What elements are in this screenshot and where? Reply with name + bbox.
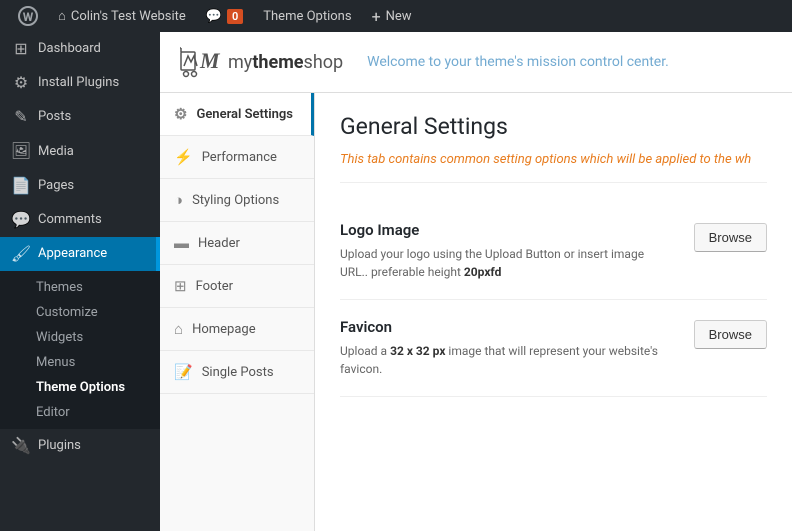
theme-nav-performance[interactable]: ⚡ Performance — [160, 136, 314, 179]
welcome-text: Welcome to your theme's mission control … — [367, 54, 669, 70]
theme-options-link[interactable]: Theme Options — [253, 0, 361, 32]
appearance-icon: 🖌 — [12, 245, 30, 263]
favicon-control: Browse — [694, 320, 767, 349]
performance-icon: ⚡ — [174, 148, 193, 166]
theme-nav-footer[interactable]: ⊞ Footer — [160, 265, 314, 308]
sidebar-sub-theme-options[interactable]: Theme Options — [28, 375, 160, 400]
comments-icon: 💬 — [12, 211, 30, 229]
media-icon: 🖼 — [12, 143, 30, 161]
theme-header: M mythemeshop Welcome to your theme's mi… — [160, 32, 792, 93]
svg-text:M: M — [199, 48, 221, 73]
plugins-install-icon: ⚙ — [12, 74, 30, 92]
sidebar-sub-customize[interactable]: Customize — [28, 300, 160, 325]
tab-description: This tab contains common setting options… — [340, 152, 767, 183]
sidebar-sub-editor[interactable]: Editor — [28, 400, 160, 425]
sidebar: ⊞ Dashboard ⚙ Install Plugins ✎ Posts 🖼 … — [0, 32, 160, 531]
homepage-icon: ⌂ — [174, 320, 183, 338]
sidebar-item-appearance[interactable]: 🖌 Appearance — [0, 237, 160, 271]
theme-nav-styling[interactable]: ◑ Styling Options — [160, 179, 314, 222]
sidebar-item-install-plugins[interactable]: ⚙ Install Plugins — [0, 66, 160, 100]
mythemeshop-logo-icon: M — [180, 44, 222, 80]
favicon-row: Favicon Upload a 32 x 32 px image that w… — [340, 300, 767, 397]
pages-icon: 📄 — [12, 177, 30, 195]
theme-nav-general[interactable]: ⚙ General Settings — [160, 93, 314, 136]
posts-icon: ✎ — [12, 108, 30, 126]
sidebar-item-media[interactable]: 🖼 Media — [0, 135, 160, 169]
favicon-browse-button[interactable]: Browse — [694, 320, 767, 349]
logo-image-title: Logo Image — [340, 221, 674, 239]
sidebar-item-dashboard[interactable]: ⊞ Dashboard — [0, 32, 160, 66]
favicon-desc: Upload a 32 x 32 px image that will repr… — [340, 342, 674, 378]
theme-nav-homepage[interactable]: ⌂ Homepage — [160, 308, 314, 351]
dashboard-icon: ⊞ — [12, 40, 30, 58]
plugins-icon: 🔌 — [12, 437, 30, 455]
theme-nav: ⚙ General Settings ⚡ Performance ◑ Styli… — [160, 93, 315, 531]
logo-image-desc: Upload your logo using the Upload Button… — [340, 245, 674, 281]
theme-nav-single-posts[interactable]: 📝 Single Posts — [160, 351, 314, 394]
theme-body: ⚙ General Settings ⚡ Performance ◑ Styli… — [160, 93, 792, 531]
new-button[interactable]: + New — [362, 0, 422, 32]
theme-nav-header[interactable]: ▬ Header — [160, 222, 314, 265]
logo-browse-button[interactable]: Browse — [694, 223, 767, 252]
favicon-title: Favicon — [340, 318, 674, 336]
content-title: General Settings — [340, 113, 767, 140]
comments-button[interactable]: 💬 0 — [196, 0, 253, 32]
admin-bar: W ⌂ Colin's Test Website 💬 0 Theme Optio… — [0, 0, 792, 32]
theme-content-panel: General Settings This tab contains commo… — [315, 93, 792, 531]
favicon-info: Favicon Upload a 32 x 32 px image that w… — [340, 318, 674, 378]
home-icon: ⌂ — [58, 8, 66, 24]
brand-text: mythemeshop — [228, 52, 343, 73]
sidebar-sub-themes[interactable]: Themes — [28, 275, 160, 300]
sidebar-item-plugins[interactable]: 🔌 Plugins — [0, 429, 160, 463]
sidebar-item-posts[interactable]: ✎ Posts — [0, 100, 160, 134]
svg-text:W: W — [23, 10, 34, 24]
footer-icon: ⊞ — [174, 277, 187, 295]
sidebar-sub-menus[interactable]: Menus — [28, 350, 160, 375]
wp-logo[interactable]: W — [8, 0, 48, 32]
styling-icon: ◑ — [174, 191, 183, 209]
main-content: M mythemeshop Welcome to your theme's mi… — [160, 32, 792, 531]
sidebar-item-pages[interactable]: 📄 Pages — [0, 169, 160, 203]
comment-icon: 💬 — [206, 9, 222, 24]
sidebar-item-comments[interactable]: 💬 Comments — [0, 203, 160, 237]
logo-image-info: Logo Image Upload your logo using the Up… — [340, 221, 674, 281]
sidebar-sub-widgets[interactable]: Widgets — [28, 325, 160, 350]
logo-image-row: Logo Image Upload your logo using the Up… — [340, 203, 767, 300]
single-posts-icon: 📝 — [174, 363, 193, 381]
header-icon: ▬ — [174, 234, 189, 252]
appearance-submenu: Themes Customize Widgets Menus Theme Opt… — [0, 271, 160, 429]
general-settings-icon: ⚙ — [174, 105, 187, 123]
comments-count: 0 — [227, 9, 243, 24]
logo-image-control: Browse — [694, 223, 767, 252]
site-name[interactable]: ⌂ Colin's Test Website — [48, 0, 196, 32]
theme-logo: M mythemeshop — [180, 44, 343, 80]
